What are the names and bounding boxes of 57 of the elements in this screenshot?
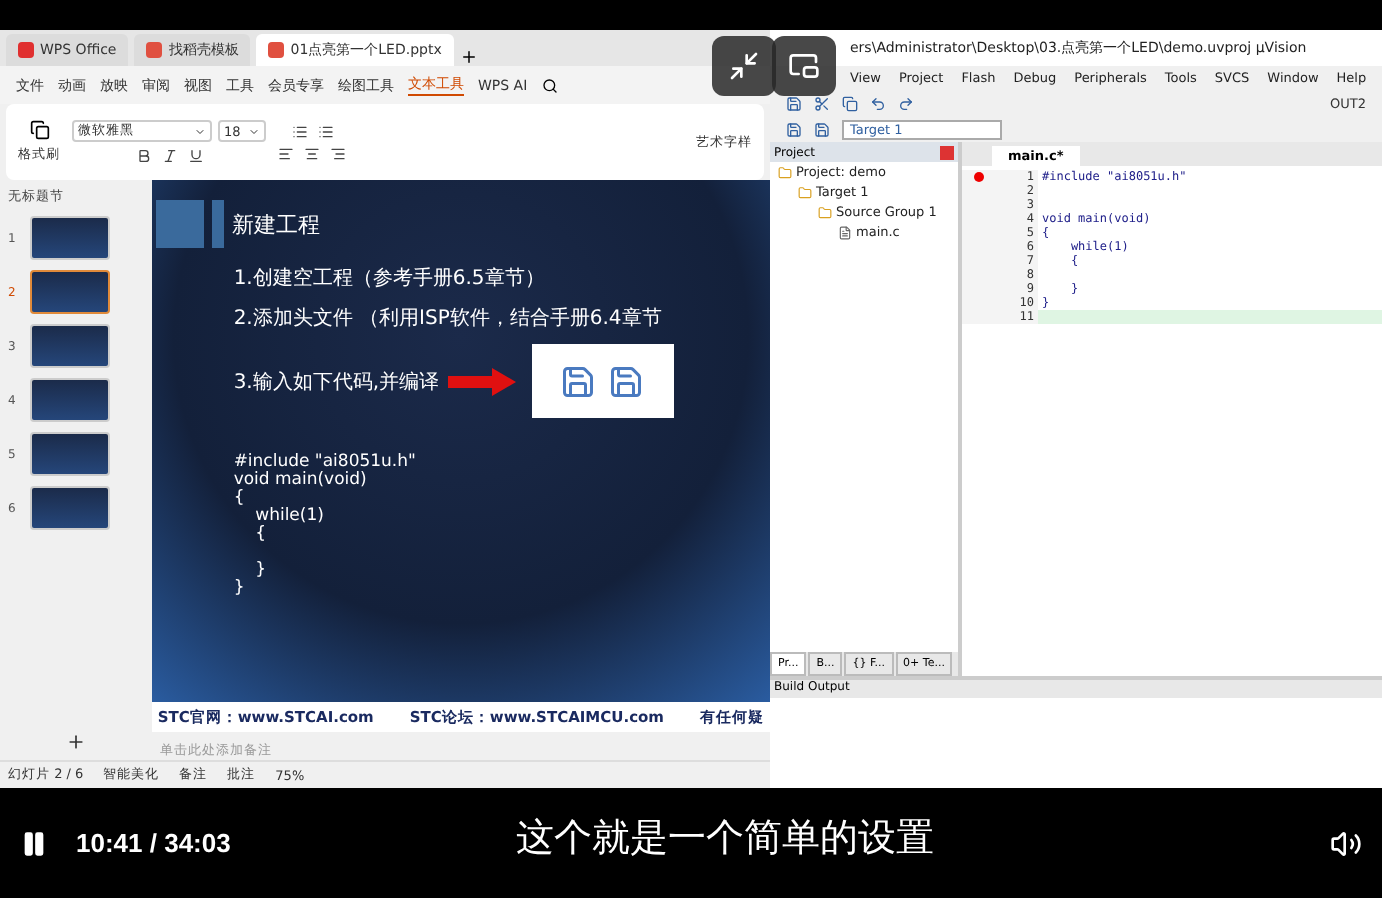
redo-icon[interactable] — [898, 95, 914, 111]
save-icon[interactable] — [786, 95, 802, 111]
bold-icon[interactable] — [135, 148, 151, 164]
code-line: #include "ai8051u.h" — [233, 454, 418, 472]
code-line: while(1) — [253, 508, 326, 526]
code-line: void main(void) — [233, 472, 369, 490]
add-slide-button[interactable] — [65, 732, 86, 752]
title-bar — [211, 200, 224, 248]
align-left-icon[interactable] — [278, 145, 294, 161]
code-line: { — [233, 490, 247, 508]
step-text: 2.添加头文件 （利用ISP软件，结合手册6.4章节 — [233, 305, 664, 332]
picture-in-picture-icon — [788, 50, 820, 82]
volume-button[interactable] — [1330, 827, 1362, 859]
step-text: 3.输入如下代码,并编译 — [233, 369, 440, 395]
new-tab-icon[interactable] — [459, 48, 478, 66]
slide-thumbnail[interactable] — [30, 324, 110, 368]
pause-icon — [20, 829, 48, 857]
folder-icon — [778, 165, 792, 179]
step-text: 1.创建空工程（参考手册6.5章节） — [233, 265, 547, 292]
cut-icon[interactable] — [814, 95, 830, 111]
arrow-icon — [447, 367, 516, 395]
italic-icon[interactable] — [161, 148, 177, 164]
picture-in-picture-button[interactable] — [772, 36, 836, 96]
copy-icon[interactable] — [842, 95, 858, 111]
video-time: 10:41 / 34:03 — [76, 828, 231, 858]
code-line: { — [253, 526, 269, 544]
slide-thumbnail[interactable] — [30, 270, 110, 314]
code-line: } — [233, 580, 247, 598]
title-block — [155, 200, 204, 248]
folder-icon — [818, 205, 832, 219]
search-icon[interactable] — [541, 77, 558, 93]
chevron-down-icon — [194, 125, 206, 137]
code-line: } — [253, 562, 269, 580]
volume-icon — [1330, 827, 1362, 859]
slide-thumbnail[interactable] — [30, 378, 110, 422]
slide-thumbnail[interactable] — [30, 432, 110, 476]
minimize-icon — [728, 50, 760, 82]
app-logo-icon — [146, 42, 163, 58]
list-icon[interactable] — [317, 123, 333, 139]
folder-icon — [798, 185, 812, 199]
plus-icon — [65, 732, 86, 752]
app-logo-icon — [268, 42, 285, 58]
align-center-icon[interactable] — [304, 145, 320, 161]
undo-icon[interactable] — [870, 95, 886, 111]
close-icon[interactable] — [940, 145, 954, 159]
slide-thumbnail[interactable] — [30, 216, 110, 260]
align-right-icon[interactable] — [330, 145, 346, 161]
slide-title: 新建工程 — [231, 209, 320, 239]
exit-fullscreen-button[interactable] — [712, 36, 776, 96]
underline-icon[interactable] — [187, 148, 203, 164]
slide-thumbnail[interactable] — [30, 486, 110, 530]
subtitle: 这个就是一个简单的设置 — [516, 814, 934, 864]
app-logo-icon — [18, 42, 34, 58]
list-icon[interactable] — [291, 123, 307, 139]
file-icon — [838, 225, 852, 239]
chevron-down-icon — [248, 125, 260, 137]
pause-button[interactable] — [20, 829, 48, 857]
